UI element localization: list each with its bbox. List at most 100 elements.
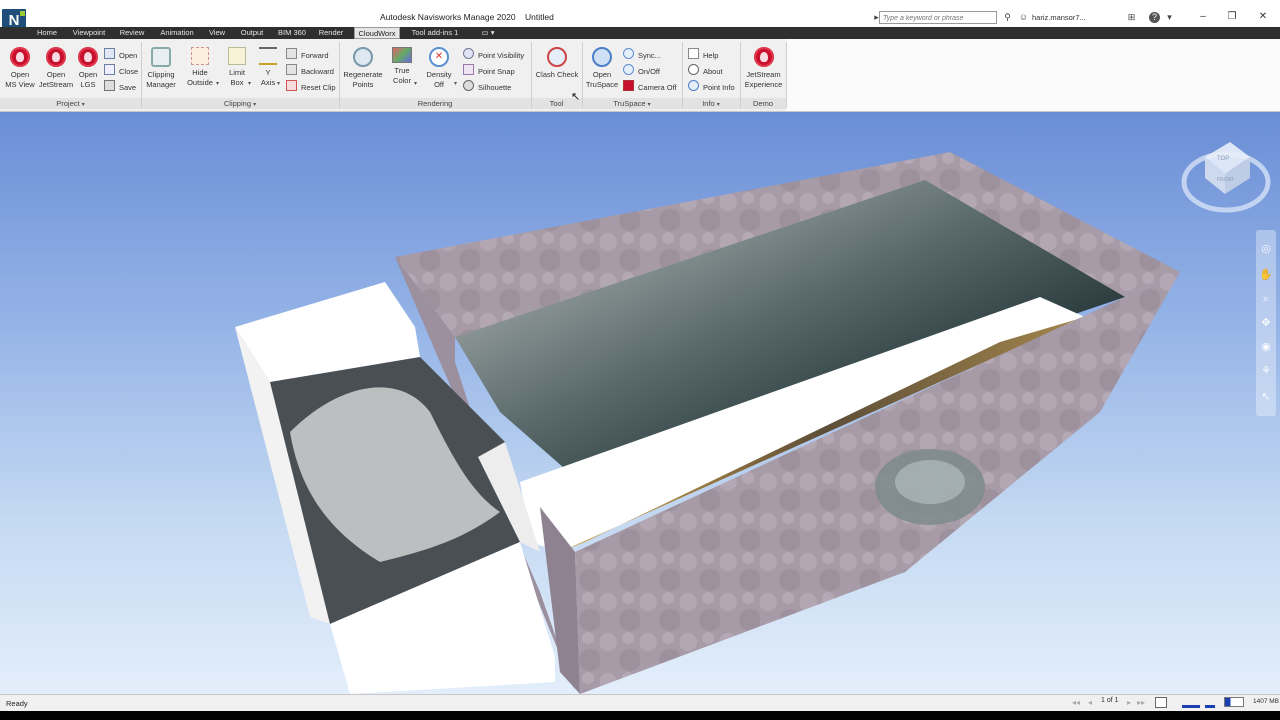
tab-viewpoint[interactable]: Viewpoint	[66, 27, 112, 39]
close-button[interactable]: ✕	[1248, 8, 1278, 26]
tab-view[interactable]: View	[204, 27, 230, 39]
button-label: Backward	[301, 67, 334, 76]
tab-cloudworx[interactable]: CloudWorx	[354, 27, 400, 39]
point-visibility-button[interactable]: Point Visibility	[463, 48, 524, 61]
button-label: Outside	[187, 78, 213, 87]
silhouette-button[interactable]: Silhouette	[463, 80, 511, 93]
performance-meter-icon	[1182, 698, 1200, 708]
viewcube-top-label: TOP	[1217, 156, 1229, 162]
hide-outside-button[interactable]: Hide Outside	[183, 47, 217, 88]
chevron-down-icon: ▾	[647, 102, 651, 108]
search-input-box[interactable]	[879, 11, 997, 24]
camera-off-button[interactable]: Camera Off	[623, 80, 677, 93]
user-icon[interactable]: ☺	[1018, 12, 1029, 23]
page-next-icon[interactable]: ▸	[1127, 698, 1131, 707]
open-ms-view-button[interactable]: Open MS View	[3, 47, 37, 90]
help-button[interactable]: Help	[688, 48, 718, 61]
help-icon[interactable]: ?	[1149, 12, 1160, 23]
steering-wheel-icon[interactable]: ◎	[1259, 242, 1273, 256]
reset-clip-button[interactable]: Reset Clip	[286, 80, 336, 93]
button-label: Clash Check	[535, 70, 579, 79]
tab-home[interactable]: Home	[32, 27, 62, 39]
binoculars-icon[interactable]: ⚲	[1002, 12, 1013, 23]
close-file-icon	[104, 64, 115, 75]
chevron-down-icon[interactable]: ▾	[1164, 12, 1175, 23]
walk-icon[interactable]: ⚘	[1259, 364, 1273, 378]
button-label: Sync...	[638, 51, 661, 60]
reset-clip-icon	[286, 80, 297, 91]
on-off-button[interactable]: On/Off	[623, 64, 660, 77]
select-icon[interactable]: ↖	[1259, 390, 1273, 404]
ribbon-options-icon[interactable]: ▭ ▾	[478, 27, 498, 39]
about-button[interactable]: About	[688, 64, 723, 77]
about-icon	[688, 64, 699, 75]
button-label: Clipping	[147, 70, 175, 79]
panel-label-info[interactable]: Info ▾	[682, 99, 740, 109]
memory-bar	[1224, 697, 1244, 707]
button-label: TruSpace	[585, 80, 619, 89]
density-icon: ✕	[429, 47, 449, 67]
panel-label-truspace[interactable]: TruSpace ▾	[582, 99, 682, 109]
lgs-icon	[78, 47, 98, 67]
open-jetstream-button[interactable]: Open JetStream	[37, 47, 75, 90]
tab-bim360[interactable]: BIM 360	[274, 27, 310, 39]
disk-meter-icon	[1205, 698, 1215, 708]
page-last-icon[interactable]: ▸▸	[1137, 698, 1145, 707]
button-label: Close	[119, 67, 139, 76]
minimize-button[interactable]: –	[1188, 8, 1218, 26]
button-label: Color	[393, 76, 411, 85]
restore-button[interactable]: ❐	[1217, 8, 1247, 26]
chevron-down-icon[interactable]: ▾	[454, 80, 457, 87]
true-color-icon	[392, 47, 412, 63]
backward-button[interactable]: Backward	[286, 64, 334, 77]
close-project-button[interactable]: Close	[104, 64, 138, 77]
button-label: Box	[230, 78, 244, 87]
true-color-button[interactable]: True Color	[389, 47, 415, 86]
save-button[interactable]: Save	[104, 80, 136, 93]
tab-review[interactable]: Review	[115, 27, 149, 39]
button-label: Manager	[146, 80, 176, 89]
chevron-down-icon[interactable]: ▾	[216, 80, 219, 87]
forward-button[interactable]: Forward	[286, 48, 329, 61]
tab-animation[interactable]: Animation	[153, 27, 201, 39]
truspace-icon	[592, 47, 612, 67]
regenerate-points-button[interactable]: Regenerate Points	[342, 47, 384, 90]
regenerate-icon	[353, 47, 373, 67]
search-expand-icon[interactable]: ▸	[871, 12, 882, 23]
page-prev-icon[interactable]: ◂	[1088, 698, 1092, 707]
point-info-button[interactable]: Point Info	[688, 80, 735, 93]
page-first-icon[interactable]: ◂◂	[1072, 698, 1080, 707]
cart-icon[interactable]: ⊞	[1126, 12, 1137, 23]
3d-viewport[interactable]: TOP FRONT	[0, 112, 1280, 694]
panel-label-clipping[interactable]: Clipping ▾	[141, 99, 339, 109]
tab-tool-addins[interactable]: Tool add-ins 1	[404, 27, 466, 39]
point-snap-button[interactable]: Point Snap	[463, 64, 515, 77]
panel-label-rendering: Rendering	[417, 99, 453, 108]
chevron-down-icon[interactable]: ▾	[277, 80, 280, 87]
zoom-window-icon[interactable]: ⌕	[1259, 292, 1273, 306]
tab-render[interactable]: Render	[314, 27, 348, 39]
clipping-manager-button[interactable]: Clipping Manager	[144, 47, 178, 90]
panel-label-project[interactable]: Project ▾	[0, 99, 141, 109]
sync-button[interactable]: Sync...	[623, 48, 661, 61]
search-input[interactable]	[883, 15, 996, 22]
hide-outside-icon	[191, 47, 209, 65]
open-truspace-button[interactable]: Open TruSpace	[585, 47, 619, 90]
density-off-button[interactable]: ✕ Density Off	[424, 47, 454, 90]
limit-box-button[interactable]: Limit Box	[225, 47, 249, 88]
user-name[interactable]: hariz.mansor7...	[1032, 13, 1086, 22]
clash-check-button[interactable]: Clash Check	[534, 47, 580, 80]
chevron-down-icon[interactable]: ▾	[414, 80, 417, 87]
screen-bottom-edge	[0, 711, 1280, 720]
look-around-icon[interactable]: ◉	[1259, 340, 1273, 354]
chevron-down-icon[interactable]: ▾	[248, 80, 251, 87]
jetstream-experience-button[interactable]: JetStream Experience	[742, 47, 785, 90]
open-button[interactable]: Open	[104, 48, 137, 61]
silhouette-icon	[463, 80, 474, 91]
sheet-browser-icon[interactable]	[1155, 697, 1167, 708]
open-lgs-button[interactable]: Open LGS	[75, 47, 101, 90]
button-label: MS View	[5, 80, 35, 89]
pan-icon[interactable]: ✋	[1259, 268, 1273, 282]
tab-output[interactable]: Output	[234, 27, 270, 39]
orbit-icon[interactable]: ✥	[1259, 316, 1273, 330]
